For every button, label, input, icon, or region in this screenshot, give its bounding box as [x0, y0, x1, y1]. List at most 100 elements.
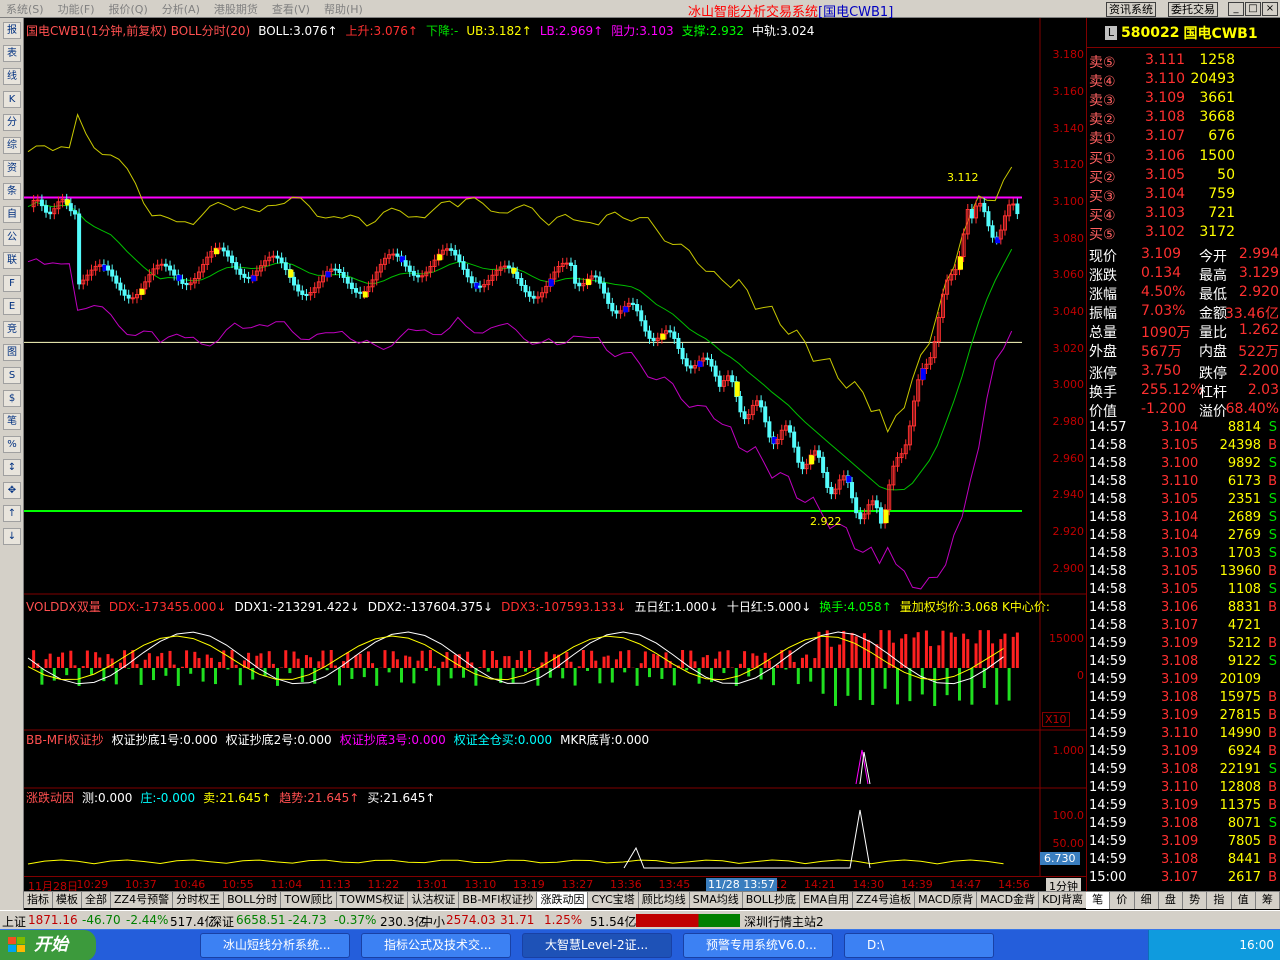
- ask-row-price: 3.108: [1145, 109, 1186, 125]
- left-tool-button[interactable]: 公: [3, 229, 21, 246]
- left-tool-button[interactable]: 笔: [3, 413, 21, 430]
- left-tool-button[interactable]: 资: [3, 160, 21, 177]
- tick-side: B: [1268, 690, 1277, 705]
- quote-panel-tab[interactable]: 细: [1135, 892, 1159, 909]
- menu-view[interactable]: 查看(V): [266, 1, 318, 17]
- quote-panel-tab[interactable]: 筹: [1256, 892, 1280, 909]
- quote-panel-tab[interactable]: 盘: [1159, 892, 1183, 909]
- left-tool-button[interactable]: %: [3, 436, 21, 453]
- volume-bar: [656, 655, 660, 668]
- signal-marker: [697, 361, 703, 368]
- tick-row: 14:58 3.103 1703 S: [1087, 546, 1280, 564]
- indicator-tab[interactable]: BB-MFI权证抄: [459, 892, 538, 908]
- candle-body: [829, 486, 834, 495]
- indicator-tab[interactable]: 全部: [82, 892, 111, 908]
- volume-bar: [937, 645, 941, 668]
- left-tool-button[interactable]: $: [3, 390, 21, 407]
- indicator-tab[interactable]: TOWMS权证: [337, 892, 409, 908]
- candle-body: [48, 211, 53, 215]
- zddy-item: 买:21.645↑: [367, 791, 436, 805]
- tick-side: B: [1268, 852, 1277, 867]
- indicator-tab[interactable]: ZZ4号预警: [111, 892, 174, 908]
- left-tool-button[interactable]: ↓: [3, 528, 21, 545]
- left-tool-button[interactable]: 分: [3, 114, 21, 131]
- indicator-tab[interactable]: BOLL分时: [224, 892, 282, 908]
- task-alert-system[interactable]: 预警专用系统V6.0...: [683, 933, 833, 958]
- task-bingshan[interactable]: 冰山短线分析系统...: [200, 933, 350, 958]
- tick-row: 14:59 3.109 6924 B: [1087, 744, 1280, 762]
- left-tool-button[interactable]: 竞: [3, 321, 21, 338]
- candle-body: [110, 269, 115, 277]
- indicator-tab[interactable]: BOLL抄底: [743, 892, 801, 908]
- indicator-tab[interactable]: 指标: [24, 892, 53, 908]
- indicator-tab[interactable]: 顾比均线: [639, 892, 690, 908]
- left-tool-button[interactable]: F: [3, 275, 21, 292]
- signal-marker: [437, 254, 443, 261]
- indicator-tab[interactable]: 涨跌动因: [537, 892, 589, 908]
- left-tool-button[interactable]: 报: [3, 22, 21, 39]
- left-tool-button[interactable]: 联: [3, 252, 21, 269]
- indicator-tab[interactable]: MACD金背: [977, 892, 1040, 908]
- minimize-button[interactable]: _: [1228, 2, 1244, 16]
- close-button[interactable]: ×: [1262, 2, 1278, 16]
- indicator-tab[interactable]: TOW顾比: [281, 892, 337, 908]
- volume-bar: [519, 650, 523, 668]
- left-tool-button[interactable]: ✥: [3, 482, 21, 499]
- indicator-tab[interactable]: SMA均线: [690, 892, 743, 908]
- volume-bar: [800, 657, 804, 668]
- menu-analysis[interactable]: 分析(A): [156, 1, 208, 17]
- indicator-tab[interactable]: EMA自用: [800, 892, 854, 908]
- left-tool-button[interactable]: E: [3, 298, 21, 315]
- zx-amount: 51.54亿: [590, 915, 637, 929]
- trade-button[interactable]: 委托交易: [1168, 2, 1218, 17]
- indicator-tab[interactable]: 分时权王: [173, 892, 225, 908]
- quote-panel-tab[interactable]: 值: [1232, 892, 1256, 909]
- ask-row: 卖② 3.108 3668: [1087, 109, 1280, 128]
- indicator-tab[interactable]: KDJ背离: [1039, 892, 1086, 908]
- volddx-scale-label: X10: [1042, 712, 1070, 727]
- indicator-tab[interactable]: ZZ4号追板: [853, 892, 916, 908]
- left-tool-button[interactable]: ↕: [3, 459, 21, 476]
- bbmfi-item: MKR底背:0.000: [560, 733, 650, 747]
- left-tool-button[interactable]: 线: [3, 68, 21, 85]
- left-tool-button[interactable]: S: [3, 367, 21, 384]
- left-tool-button[interactable]: 表: [3, 45, 21, 62]
- stat-row-cell: 1090万: [1141, 325, 1191, 341]
- left-tool-button[interactable]: 自: [3, 206, 21, 223]
- candle-body: [457, 254, 462, 263]
- task-drive-d[interactable]: D:\: [844, 933, 994, 958]
- volume-bar: [610, 668, 614, 683]
- quote-panel-tab[interactable]: 势: [1183, 892, 1208, 909]
- menu-hk-futures[interactable]: 港股期货: [208, 1, 266, 17]
- signal-marker: [734, 381, 740, 397]
- chart-area[interactable]: 国电CWB1(1分钟,前复权) BOLL分时(20) BOLL:3.076↑ 上升:…: [24, 18, 1086, 876]
- quote-panel-tab[interactable]: 笔: [1086, 892, 1111, 909]
- start-button[interactable]: 开始: [0, 930, 96, 960]
- task-dazhihui[interactable]: 大智慧Level-2证...: [522, 933, 672, 958]
- indicator-tab[interactable]: CYC宝塔: [588, 892, 639, 908]
- left-tool-button[interactable]: 图: [3, 344, 21, 361]
- menu-function[interactable]: 功能(F): [52, 1, 103, 17]
- maximize-button[interactable]: □: [1245, 2, 1261, 16]
- left-tool-button[interactable]: K: [3, 91, 21, 108]
- candle-body: [635, 303, 640, 312]
- time-axis: 11月28日 10:29 10:37 10:46 10:55 11:04 11:13 11:2…: [24, 876, 1086, 894]
- indicator-tab[interactable]: MACD原背: [915, 892, 978, 908]
- menu-system[interactable]: 系统(S): [0, 1, 52, 17]
- left-tool-button[interactable]: ↑: [3, 505, 21, 522]
- menu-help[interactable]: 帮助(H): [318, 1, 371, 17]
- volddx-axis-0: 0: [1077, 669, 1084, 682]
- quote-panel-tab[interactable]: 指: [1207, 892, 1232, 909]
- quote-panel-tab[interactable]: 价: [1110, 892, 1135, 909]
- volume-bar: [234, 664, 238, 668]
- candle-body: [593, 275, 598, 278]
- tick-row: 14:59 3.108 8071 S: [1087, 816, 1280, 834]
- indicator-tab[interactable]: 认沽权证: [408, 892, 460, 908]
- indicator-tab[interactable]: 模板: [53, 892, 82, 908]
- task-formula[interactable]: 指标公式及技术交...: [361, 933, 511, 958]
- left-tool-button[interactable]: 条: [3, 183, 21, 200]
- time-label: 13:19: [513, 878, 545, 891]
- left-tool-button[interactable]: 综: [3, 137, 21, 154]
- news-system-button[interactable]: 资讯系统: [1106, 2, 1156, 17]
- menu-quote[interactable]: 报价(Q): [103, 1, 156, 17]
